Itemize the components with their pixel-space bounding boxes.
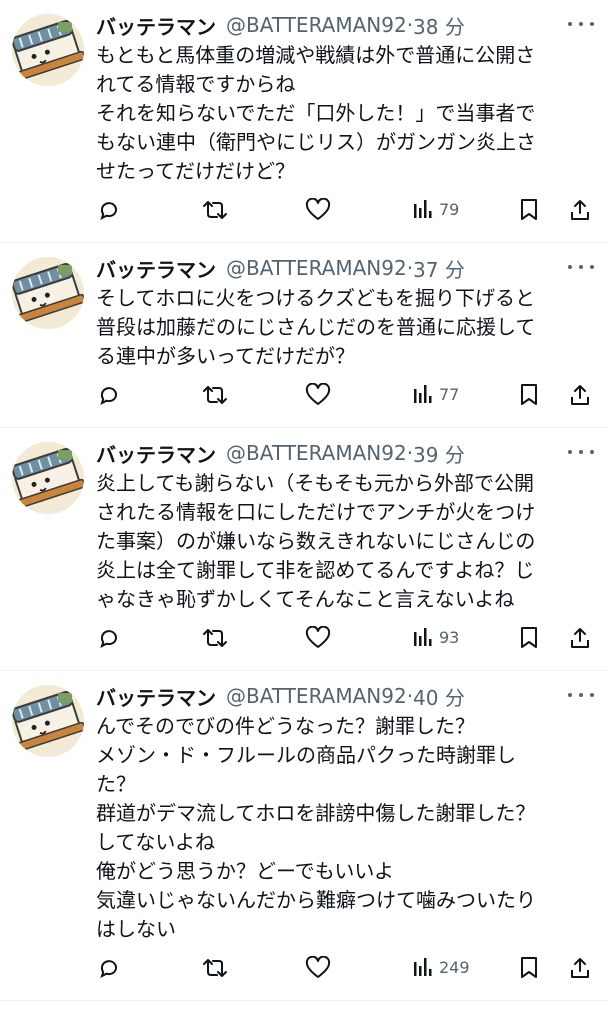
tweet[interactable]: バッテラマン @BATTERAMAN92 · 37 分 そしてホロに火をつけるク…	[0, 243, 608, 428]
reply-icon	[100, 960, 117, 978]
views-button[interactable]: 79	[413, 198, 459, 220]
bookmark-icon	[521, 627, 537, 648]
share-icon	[571, 385, 589, 405]
retweet-icon	[203, 629, 227, 647]
like-icon	[305, 626, 331, 648]
retweet-button[interactable]	[202, 198, 228, 222]
share-button[interactable]	[569, 956, 591, 980]
reply-button[interactable]	[97, 198, 121, 222]
retweet-button[interactable]	[202, 956, 228, 980]
retweet-button[interactable]	[202, 626, 228, 650]
like-button[interactable]	[305, 198, 331, 222]
tweet[interactable]: バッテラマン @BATTERAMAN92 · 39 分 炎上しても謝らない（そも…	[0, 428, 608, 671]
views-button[interactable]: 77	[413, 383, 459, 405]
more-icon[interactable]	[568, 685, 594, 705]
user-handle[interactable]: @BATTERAMAN92	[226, 441, 407, 465]
views-icon	[414, 628, 432, 646]
views-button[interactable]: 93	[413, 626, 459, 648]
avatar[interactable]	[12, 14, 84, 86]
reply-icon	[100, 387, 117, 405]
tweet-text: んでそのでびの件どうなった？謝罪した？ メゾン・ド・フルールの商品パクった時謝罪…	[96, 714, 536, 941]
bookmark-button[interactable]	[519, 956, 539, 980]
retweet-icon	[203, 201, 227, 219]
timestamp[interactable]: 40 分	[413, 682, 465, 711]
timestamp[interactable]: 39 分	[413, 439, 465, 468]
more-icon[interactable]	[568, 14, 594, 34]
action-bar: 93	[0, 614, 592, 670]
bookmark-button[interactable]	[519, 198, 539, 222]
display-name[interactable]: バッテラマン	[96, 682, 216, 711]
avatar[interactable]	[12, 685, 84, 757]
retweet-icon	[203, 959, 227, 977]
views-count: 79	[439, 199, 460, 219]
tweet-text: もともと馬体重の増減や戦績は外で普通に公開さ れてる情報ですからね それを知らな…	[96, 43, 536, 183]
bookmark-icon	[521, 384, 537, 405]
tweet-header: バッテラマン @BATTERAMAN92 · 38 分	[96, 10, 592, 40]
like-icon	[305, 383, 331, 405]
user-handle[interactable]: @BATTERAMAN92	[226, 256, 407, 280]
reply-button[interactable]	[97, 383, 121, 407]
reply-button[interactable]	[97, 626, 121, 650]
tweet-header: バッテラマン @BATTERAMAN92 · 37 分	[96, 253, 592, 283]
views-icon	[414, 200, 432, 218]
like-button[interactable]	[305, 383, 331, 407]
views-icon	[414, 385, 432, 403]
action-bar: 77	[0, 371, 592, 427]
reply-icon	[100, 202, 117, 220]
user-handle[interactable]: @BATTERAMAN92	[226, 684, 407, 708]
bookmark-icon	[521, 199, 537, 220]
display-name[interactable]: バッテラマン	[96, 439, 216, 468]
tweet-text: 炎上しても謝らない（そもそも元から外部で公開 されたる情報を口にしただけでアンチ…	[96, 471, 536, 611]
share-button[interactable]	[569, 626, 591, 650]
views-count: 93	[439, 627, 460, 647]
share-button[interactable]	[569, 383, 591, 407]
action-bar: 79	[0, 186, 592, 242]
tweet[interactable]: バッテラマン @BATTERAMAN92 · 40 分 んでそのでびの件どうなっ…	[0, 671, 608, 1001]
views-icon	[414, 958, 432, 976]
tweet[interactable]: バッテラマン @BATTERAMAN92 · 38 分 もともと馬体重の増減や戦…	[0, 0, 608, 243]
tweet-header: バッテラマン @BATTERAMAN92 · 40 分	[96, 681, 592, 711]
like-button[interactable]	[305, 626, 331, 650]
share-icon	[571, 958, 589, 978]
views-button[interactable]: 249	[413, 956, 470, 978]
like-icon	[305, 198, 331, 220]
like-button[interactable]	[305, 956, 331, 980]
tweet-text: そしてホロに火をつけるクズどもを掘り下げると 普段は加藤だのにじさんじだのを普通…	[96, 286, 536, 368]
retweet-button[interactable]	[202, 383, 228, 407]
views-count: 249	[439, 957, 470, 977]
views-count: 77	[439, 384, 460, 404]
display-name[interactable]: バッテラマン	[96, 254, 216, 283]
tweet-header: バッテラマン @BATTERAMAN92 · 39 分	[96, 438, 592, 468]
bookmark-button[interactable]	[519, 383, 539, 407]
reply-button[interactable]	[97, 956, 121, 980]
timeline: バッテラマン @BATTERAMAN92 · 38 分 もともと馬体重の増減や戦…	[0, 0, 608, 1001]
share-icon	[571, 628, 589, 648]
like-icon	[305, 956, 331, 978]
retweet-icon	[203, 386, 227, 404]
display-name[interactable]: バッテラマン	[96, 11, 216, 40]
bookmark-icon	[521, 957, 537, 978]
avatar[interactable]	[12, 442, 84, 514]
bookmark-button[interactable]	[519, 626, 539, 650]
more-icon[interactable]	[568, 442, 594, 462]
timestamp[interactable]: 38 分	[413, 11, 465, 40]
user-handle[interactable]: @BATTERAMAN92	[226, 13, 407, 37]
reply-icon	[100, 630, 117, 648]
share-icon	[571, 200, 589, 220]
action-bar: 249	[0, 944, 592, 1000]
share-button[interactable]	[569, 198, 591, 222]
avatar[interactable]	[12, 257, 84, 329]
more-icon[interactable]	[568, 257, 594, 277]
timestamp[interactable]: 37 分	[413, 254, 465, 283]
